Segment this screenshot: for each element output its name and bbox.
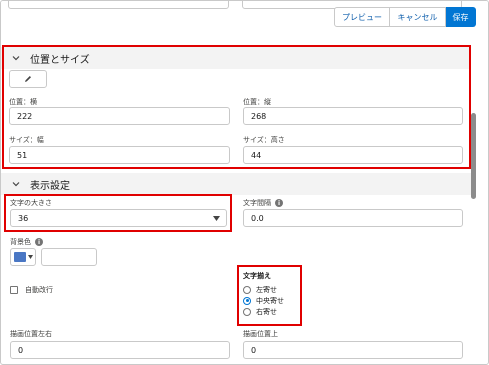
vertical-scrollbar[interactable]: [471, 37, 477, 364]
save-button[interactable]: 保存: [446, 7, 476, 27]
info-icon[interactable]: i: [275, 199, 283, 207]
bg-color-label-row: 背景色 i: [10, 237, 43, 247]
highlight-box-position-size: [2, 45, 471, 169]
letter-spacing-label-row: 文字間隔 i: [243, 198, 283, 208]
bg-color-label: 背景色: [10, 238, 31, 246]
offset-x-label: 描画位置左右: [10, 330, 52, 338]
scrollbar-thumb[interactable]: [471, 113, 476, 199]
action-button-group: プレビュー キャンセル 保存: [334, 7, 476, 27]
color-hex-input[interactable]: [41, 248, 97, 266]
offset-y-label: 描画位置上: [243, 330, 278, 338]
properties-panel: プレビュー キャンセル 保存 位置とサイズ 位置：横 222 位置：縦 268 …: [0, 0, 489, 365]
color-picker-button[interactable]: [10, 248, 36, 266]
info-icon[interactable]: i: [35, 238, 43, 246]
auto-wrap-row[interactable]: 自動改行: [10, 285, 53, 295]
letter-spacing-label: 文字間隔: [243, 199, 271, 207]
previous-field-stub[interactable]: [8, 1, 229, 9]
highlight-box-font-size: [4, 194, 232, 232]
preview-button[interactable]: プレビュー: [334, 7, 390, 27]
section-title: 表示設定: [30, 180, 70, 192]
color-swatch: [14, 252, 26, 262]
cancel-button[interactable]: キャンセル: [390, 7, 446, 27]
highlight-box-align: [237, 265, 302, 326]
chevron-down-icon: [12, 182, 20, 187]
top-toolbar: プレビュー キャンセル 保存: [1, 1, 488, 37]
auto-wrap-label: 自動改行: [25, 286, 53, 294]
letter-spacing-input[interactable]: 0.0: [243, 209, 463, 227]
offset-x-input[interactable]: 0: [10, 341, 230, 359]
align-group: 文字揃え 左寄せ 中央寄せ 右寄せ: [237, 265, 302, 326]
section-header-display[interactable]: 表示設定: [1, 173, 471, 195]
offset-y-input[interactable]: 0: [243, 341, 463, 359]
auto-wrap-checkbox[interactable]: [10, 286, 18, 294]
caret-down-icon: [28, 255, 33, 259]
